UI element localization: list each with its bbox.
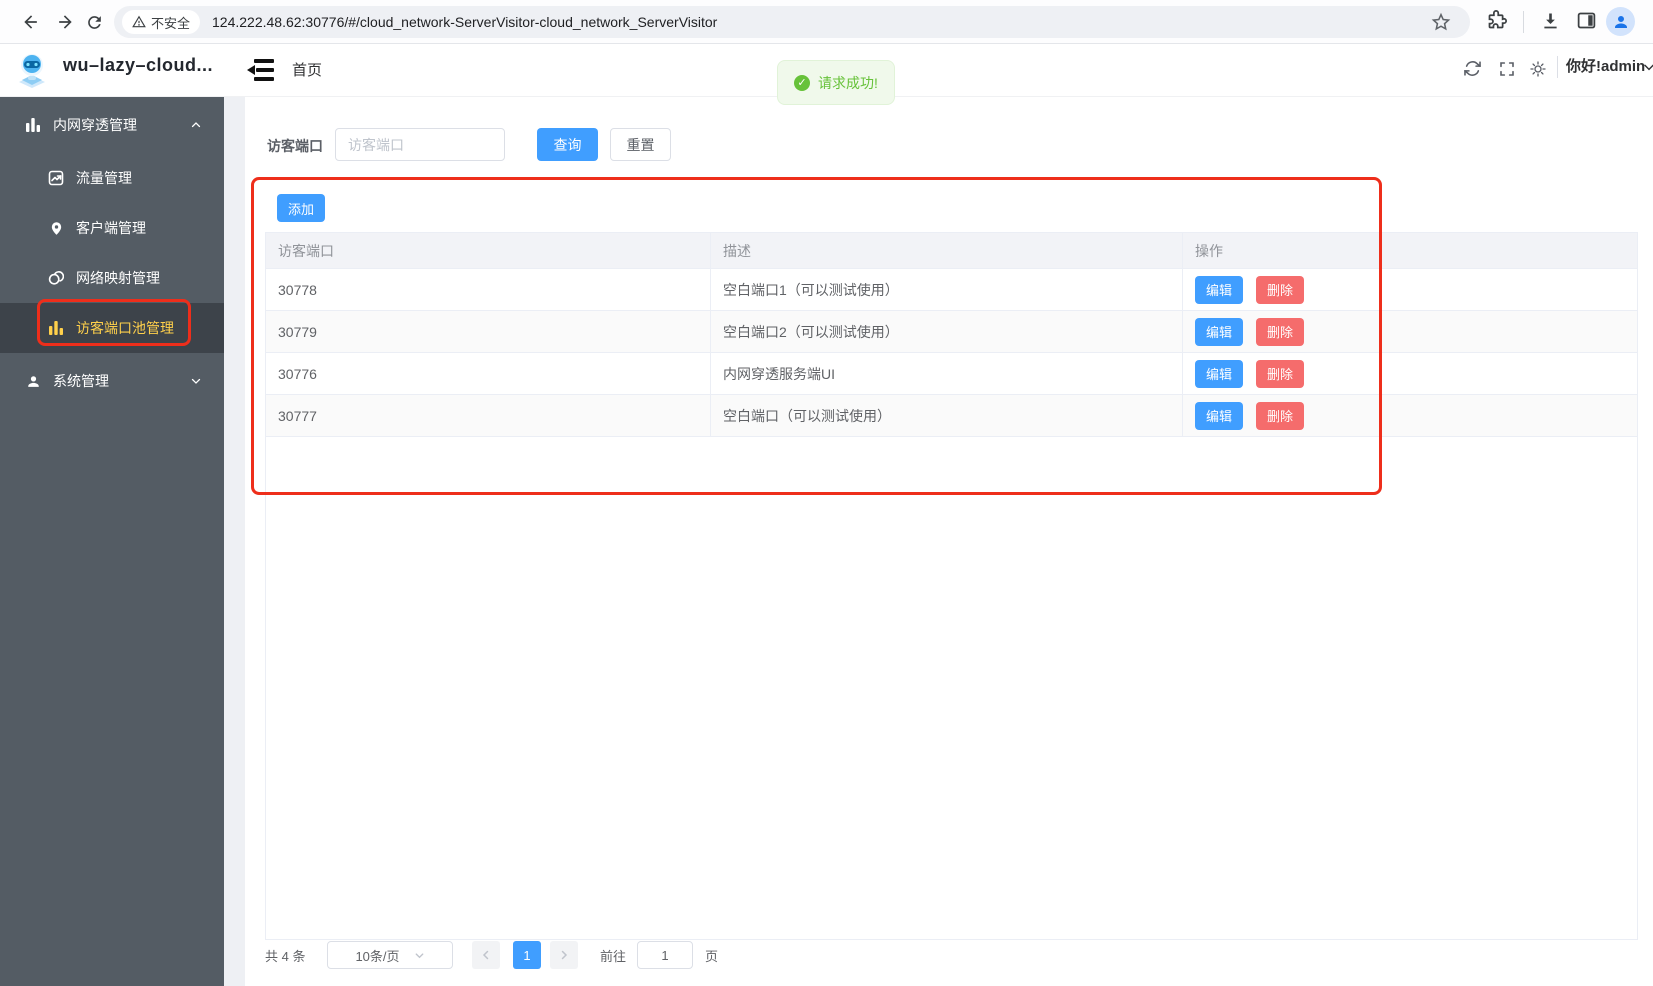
cell-port: 30778 <box>266 269 711 310</box>
cell-desc: 空白端口2（可以测试使用） <box>711 311 1183 352</box>
page-unit-label: 页 <box>705 949 719 964</box>
query-button[interactable]: 查询 <box>537 128 598 161</box>
chevron-down-icon <box>415 952 423 958</box>
column-header-port: 访客端口 <box>266 233 711 268</box>
cell-desc: 内网穿透服务端UI <box>711 353 1183 394</box>
user-menu[interactable]: 你好!admin <box>1566 55 1645 76</box>
chevron-down-icon <box>190 375 202 387</box>
page-1-button[interactable]: 1 <box>513 941 541 969</box>
table-header: 访客端口 描述 操作 <box>266 233 1637 269</box>
add-button[interactable]: 添加 <box>277 194 325 222</box>
search-input[interactable] <box>335 128 505 161</box>
sidebar-group-label: 系统管理 <box>53 373 109 389</box>
check-circle-icon: ✓ <box>794 74 810 91</box>
goto-label: 前往 <box>600 949 627 964</box>
goto-page-input[interactable] <box>637 941 693 969</box>
table-row: 30776 内网穿透服务端UI 编辑 删除 <box>266 353 1637 395</box>
security-chip[interactable]: 不安全 <box>122 10 201 34</box>
sidebar-group-intranet[interactable]: 内网穿透管理 <box>0 97 224 153</box>
sidebar: 内网穿透管理 流量管理 客户端管理 网络映射管理 访客端口池管理 系统管理 <box>0 97 224 986</box>
delete-button[interactable]: 删除 <box>1256 359 1304 388</box>
location-pin-icon <box>47 221 65 236</box>
edit-button[interactable]: 编辑 <box>1195 359 1243 388</box>
breadcrumb-home[interactable]: 首页 <box>292 59 322 80</box>
search-label: 访客端口 <box>267 138 323 154</box>
profile-icon[interactable] <box>1606 7 1635 36</box>
app-logo <box>19 54 45 88</box>
bar-chart-icon <box>47 320 65 336</box>
bar-chart-icon <box>24 117 42 133</box>
page-size-select[interactable]: 10条/页 <box>327 941 453 969</box>
cell-port: 30779 <box>266 311 711 352</box>
security-label: 不安全 <box>151 15 191 31</box>
sidebar-item-client[interactable]: 客户端管理 <box>0 203 224 253</box>
app-title: wu–lazy–cloud... <box>63 55 214 75</box>
sidebar-item-mapping[interactable]: 网络映射管理 <box>0 253 224 303</box>
back-icon[interactable] <box>17 8 45 36</box>
ports-table: 访客端口 描述 操作 30778 空白端口1（可以测试使用） 编辑 删除 307… <box>265 232 1638 940</box>
table-row: 30779 空白端口2（可以测试使用） 编辑 删除 <box>266 311 1637 353</box>
edit-button[interactable]: 编辑 <box>1195 275 1243 304</box>
column-header-actions: 操作 <box>1195 242 1223 259</box>
extensions-icon[interactable] <box>1486 10 1507 31</box>
table-row: 30778 空白端口1（可以测试使用） 编辑 删除 <box>266 269 1637 311</box>
sidebar-item-label: 访客端口池管理 <box>76 320 174 336</box>
screen: 不安全 124.222.48.62:30776/#/cloud_network-… <box>0 0 1653 986</box>
sidebar-group-system[interactable]: 系统管理 <box>0 353 224 409</box>
sidebar-item-label: 流量管理 <box>76 170 132 186</box>
download-icon[interactable] <box>1540 10 1561 31</box>
cell-desc: 空白端口（可以测试使用） <box>711 395 1183 436</box>
chevron-left-icon <box>482 950 489 960</box>
sidebar-item-label: 网络映射管理 <box>76 270 160 286</box>
toast-message: 请求成功! <box>818 74 878 91</box>
link-map-icon <box>47 270 65 286</box>
address-bar[interactable]: 不安全 124.222.48.62:30776/#/cloud_network-… <box>114 6 1470 38</box>
traffic-chart-icon <box>47 170 65 186</box>
sidebar-item-label: 客户端管理 <box>76 220 146 236</box>
browser-toolbar: 不安全 124.222.48.62:30776/#/cloud_network-… <box>0 0 1653 44</box>
user-icon <box>24 374 42 389</box>
next-page-button[interactable] <box>550 941 578 969</box>
reset-button[interactable]: 重置 <box>610 128 671 161</box>
chevron-right-icon <box>561 950 568 960</box>
menu-fold-icon[interactable] <box>246 55 278 85</box>
header-divider <box>1557 56 1558 78</box>
sidebar-item-visitor-port-pool[interactable]: 访客端口池管理 <box>0 303 224 353</box>
side-panel-icon[interactable] <box>1576 10 1597 31</box>
cell-port: 30777 <box>266 395 711 436</box>
chevron-up-icon <box>190 119 202 131</box>
toolbar-divider <box>1523 11 1524 33</box>
chevron-down-icon[interactable] <box>1642 60 1653 74</box>
table-row: 30777 空白端口（可以测试使用） 编辑 删除 <box>266 395 1637 437</box>
success-toast: ✓ 请求成功! <box>777 60 895 105</box>
refresh-icon[interactable] <box>1463 59 1482 78</box>
delete-button[interactable]: 删除 <box>1256 401 1304 430</box>
sidebar-group-label: 内网穿透管理 <box>53 117 137 133</box>
fullscreen-icon[interactable] <box>1499 61 1515 77</box>
delete-button[interactable]: 删除 <box>1256 275 1304 304</box>
url-text: 124.222.48.62:30776/#/cloud_network-Serv… <box>212 14 718 30</box>
pagination-total: 共 4 条 <box>265 949 306 964</box>
cell-port: 30776 <box>266 353 711 394</box>
forward-icon[interactable] <box>51 8 79 36</box>
star-icon[interactable] <box>1430 11 1452 33</box>
page-size-value: 10条/页 <box>355 948 400 964</box>
edit-button[interactable]: 编辑 <box>1195 317 1243 346</box>
prev-page-button[interactable] <box>472 941 500 969</box>
edit-button[interactable]: 编辑 <box>1195 401 1243 430</box>
warning-icon <box>132 15 146 28</box>
cell-desc: 空白端口1（可以测试使用） <box>711 269 1183 310</box>
delete-button[interactable]: 删除 <box>1256 317 1304 346</box>
theme-sun-icon[interactable] <box>1530 61 1546 77</box>
sidebar-item-traffic[interactable]: 流量管理 <box>0 153 224 203</box>
reload-icon[interactable] <box>80 8 108 36</box>
column-header-desc: 描述 <box>711 233 1183 268</box>
